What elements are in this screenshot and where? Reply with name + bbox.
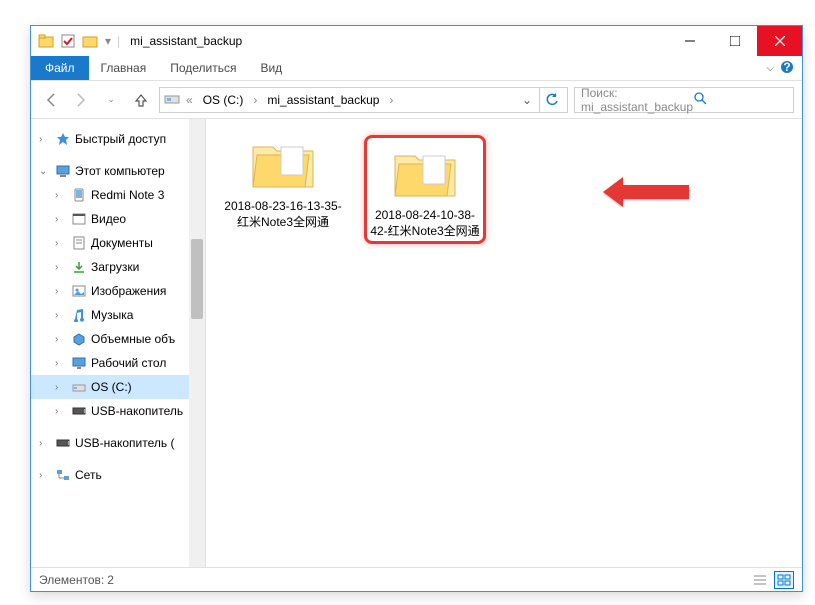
tree-item[interactable]: ›Загрузки bbox=[31, 255, 205, 279]
up-button[interactable] bbox=[129, 88, 153, 112]
drive-icon bbox=[164, 90, 180, 109]
tree-item[interactable]: ›Рабочий стол bbox=[31, 351, 205, 375]
view-icons-button[interactable] bbox=[774, 571, 794, 589]
desktop-icon bbox=[71, 355, 87, 371]
path-drive[interactable]: OS (C:) bbox=[199, 93, 248, 107]
tree-item-os-c[interactable]: ›OS (C:) bbox=[31, 375, 205, 399]
tree-label: Музыка bbox=[91, 308, 133, 322]
properties-icon[interactable] bbox=[81, 32, 99, 50]
minimize-button[interactable] bbox=[667, 26, 712, 56]
status-bar: Элементов: 2 bbox=[31, 567, 802, 591]
tree-label: Видео bbox=[91, 212, 126, 226]
tree-label: Быстрый доступ bbox=[75, 132, 166, 146]
folder-item[interactable]: 2018-08-23-16-13-35-红米Note3全网通 bbox=[222, 135, 344, 230]
tree-usb2[interactable]: ›USB-накопитель ( bbox=[31, 431, 205, 455]
tree-label: Рабочий стол bbox=[91, 356, 166, 370]
back-button[interactable] bbox=[39, 88, 63, 112]
search-input[interactable]: Поиск: mi_assistant_backup bbox=[574, 87, 794, 113]
tree-label: USB-накопитель bbox=[91, 404, 183, 418]
tree-item[interactable]: ›USB-накопитель bbox=[31, 399, 205, 423]
file-list[interactable]: 2018-08-23-16-13-35-红米Note3全网通 2018-08-2… bbox=[206, 119, 802, 567]
folder-name: 2018-08-24-10-38-42-红米Note3全网通 bbox=[369, 208, 481, 239]
video-icon bbox=[71, 211, 87, 227]
pc-icon bbox=[55, 163, 71, 179]
tree-label: Сеть bbox=[75, 468, 102, 482]
svg-text:?: ? bbox=[783, 60, 790, 74]
close-button[interactable] bbox=[757, 26, 802, 56]
folder-icon bbox=[247, 135, 319, 193]
usb-icon bbox=[55, 435, 71, 451]
tab-view[interactable]: Вид bbox=[248, 56, 294, 80]
recent-dropdown[interactable]: ⌄ bbox=[99, 88, 123, 112]
file-menu[interactable]: Файл bbox=[31, 56, 89, 80]
forward-button[interactable] bbox=[69, 88, 93, 112]
explorer-window: ▾ | mi_assistant_backup Файл Главная Под… bbox=[30, 25, 803, 592]
ribbon-expand-icon[interactable]: ⌵ bbox=[766, 63, 774, 74]
tab-home[interactable]: Главная bbox=[89, 56, 159, 80]
annotation-arrow bbox=[601, 177, 691, 207]
documents-icon bbox=[71, 235, 87, 251]
music-icon bbox=[71, 307, 87, 323]
tree-label: Изображения bbox=[91, 284, 166, 298]
phone-icon bbox=[71, 187, 87, 203]
folder-name: 2018-08-23-16-13-35-红米Note3全网通 bbox=[222, 199, 344, 230]
tree-label: Этот компьютер bbox=[75, 164, 165, 178]
tree-item[interactable]: ›Redmi Note 3 bbox=[31, 183, 205, 207]
nav-tree: › Быстрый доступ ⌄ Этот компьютер ›Redmi… bbox=[31, 119, 206, 567]
network-icon bbox=[55, 467, 71, 483]
tree-label: USB-накопитель ( bbox=[75, 436, 174, 450]
chevron-icon[interactable]: « bbox=[184, 93, 195, 107]
status-count-label: Элементов: bbox=[39, 573, 104, 587]
tree-label: OS (C:) bbox=[91, 380, 132, 394]
folder-icon bbox=[389, 144, 461, 202]
star-icon bbox=[55, 131, 71, 147]
3d-icon bbox=[71, 331, 87, 347]
maximize-button[interactable] bbox=[712, 26, 757, 56]
chevron-right-icon[interactable]: › bbox=[387, 93, 395, 107]
chevron-right-icon[interactable]: › bbox=[251, 93, 259, 107]
tree-item[interactable]: ›Видео bbox=[31, 207, 205, 231]
quick-access-icon[interactable] bbox=[59, 32, 77, 50]
tree-item[interactable]: ›Изображения bbox=[31, 279, 205, 303]
tree-quick-access[interactable]: › Быстрый доступ bbox=[31, 127, 205, 151]
tree-item[interactable]: ›Объемные объ bbox=[31, 327, 205, 351]
downloads-icon bbox=[71, 259, 87, 275]
tree-network[interactable]: ›Сеть bbox=[31, 463, 205, 487]
search-placeholder: Поиск: mi_assistant_backup bbox=[581, 86, 693, 114]
breadcrumb[interactable]: « OS (C:) › mi_assistant_backup › ⌄ bbox=[159, 87, 568, 113]
drive-icon bbox=[71, 379, 87, 395]
refresh-button[interactable] bbox=[539, 88, 563, 112]
window-title: mi_assistant_backup bbox=[130, 34, 242, 48]
tab-share[interactable]: Поделиться bbox=[158, 56, 248, 80]
tree-label: Документы bbox=[91, 236, 153, 250]
tree-item[interactable]: ›Музыка bbox=[31, 303, 205, 327]
tree-label: Redmi Note 3 bbox=[91, 188, 164, 202]
help-icon[interactable]: ? bbox=[780, 60, 794, 77]
tree-this-pc[interactable]: ⌄ Этот компьютер bbox=[31, 159, 205, 183]
view-details-button[interactable] bbox=[750, 571, 770, 589]
search-icon[interactable] bbox=[693, 91, 787, 108]
path-folder[interactable]: mi_assistant_backup bbox=[263, 93, 383, 107]
usb-icon bbox=[71, 403, 87, 419]
folder-item-highlighted[interactable]: 2018-08-24-10-38-42-红米Note3全网通 bbox=[364, 135, 486, 244]
titlebar: ▾ | mi_assistant_backup bbox=[31, 26, 802, 56]
pictures-icon bbox=[71, 283, 87, 299]
folder-icon bbox=[37, 32, 55, 50]
status-count: 2 bbox=[107, 573, 114, 587]
tree-item[interactable]: ›Документы bbox=[31, 231, 205, 255]
tree-label: Загрузки bbox=[91, 260, 139, 274]
sidebar-scrollbar[interactable] bbox=[189, 119, 205, 567]
path-dropdown-icon[interactable]: ⌄ bbox=[519, 93, 535, 107]
address-bar: ⌄ « OS (C:) › mi_assistant_backup › ⌄ По… bbox=[31, 81, 802, 119]
tree-label: Объемные объ bbox=[91, 332, 175, 346]
ribbon-tabs: Файл Главная Поделиться Вид ⌵ ? bbox=[31, 56, 802, 81]
